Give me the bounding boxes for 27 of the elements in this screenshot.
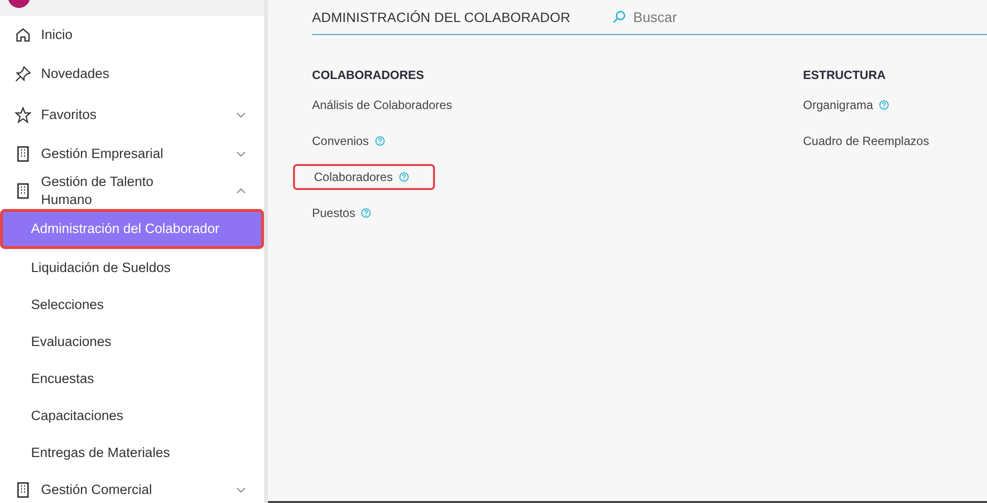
sidebar-item-label[interactable]: Gestión de Talento Humano: [41, 172, 236, 208]
pin-icon: [14, 64, 32, 82]
highlighted-link[interactable]: Colaboradores: [293, 164, 435, 190]
submenu-item[interactable]: Selecciones: [0, 286, 264, 323]
submenu-item[interactable]: Entregas de Materiales: [0, 434, 264, 471]
sidebar-item-label[interactable]: Gestión Comercial: [41, 480, 236, 498]
submenu-item[interactable]: Capacitaciones: [0, 397, 264, 434]
submenu-item[interactable]: Evaluaciones: [0, 323, 264, 360]
link-label[interactable]: Análisis de Colaboradores: [312, 97, 452, 113]
sidebar-item-label[interactable]: Novedades: [41, 64, 246, 82]
section-heading: ESTRUCTURA: [803, 68, 887, 84]
sidebar-item-label[interactable]: Favoritos: [41, 106, 236, 124]
page-title: ADMINISTRACIÓN DEL COLABORADOR: [312, 10, 570, 24]
submenu-item[interactable]: Liquidación de Sueldos: [0, 249, 264, 286]
search-field[interactable]: Buscar: [633, 9, 754, 25]
link-label[interactable]: Cuadro de Reemplazos: [803, 133, 930, 149]
sidebar-item-label[interactable]: Gestión Empresarial: [41, 144, 236, 162]
link-label[interactable]: Organigrama: [803, 97, 874, 113]
search-icon: [612, 10, 626, 24]
sidebar-item-label[interactable]: Inicio: [41, 26, 246, 44]
link-label[interactable]: Puestos: [312, 205, 356, 221]
submenu-item[interactable]: Administración del Colaborador: [0, 209, 264, 249]
star-icon: [14, 106, 32, 124]
home-icon: [14, 26, 32, 44]
section-heading: COLABORADORES: [312, 68, 426, 84]
link-label[interactable]: Convenios: [312, 133, 369, 149]
submenu-item[interactable]: Encuestas: [0, 360, 264, 397]
